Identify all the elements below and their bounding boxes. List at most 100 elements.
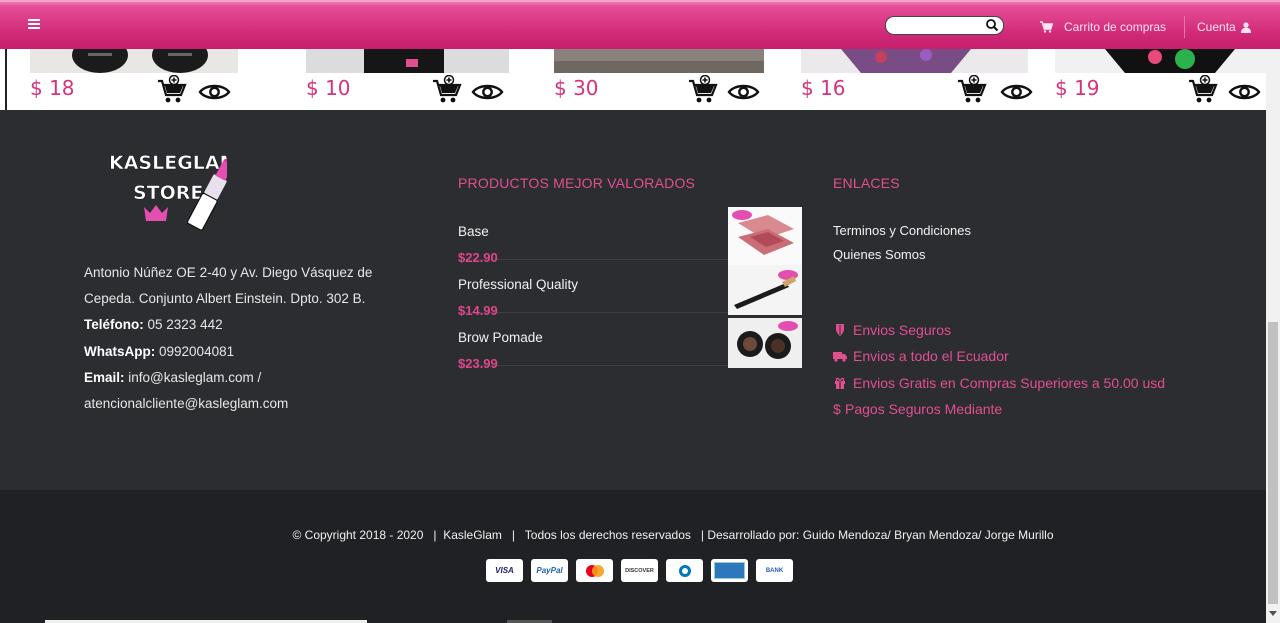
product-price: $ 18: [30, 76, 75, 100]
paypal-card-icon: PayPal: [531, 559, 568, 582]
product-image[interactable]: [554, 49, 764, 73]
store-address: Antonio Núñez OE 2-40 y Av. Diego Vásque…: [84, 265, 373, 307]
product-strip: $ 18 $ 10 $ 30 $ 16 $ 19: [0, 49, 1267, 110]
top-rated-item[interactable]: Professional Quality $14.99: [458, 260, 802, 318]
whatsapp-line: WhatsApp: 0992004081: [84, 339, 404, 365]
feature-item: Envios Seguros: [833, 317, 1165, 343]
mastercard-card-icon: [576, 559, 613, 582]
copyright-bar: © Copyright 2018 - 2020 | KasleGlam | To…: [0, 490, 1266, 623]
add-to-cart-icon[interactable]: [1188, 75, 1218, 105]
vertical-scrollbar[interactable]: [1266, 49, 1280, 623]
truck-icon: [833, 352, 847, 363]
account-label: Cuenta: [1197, 20, 1236, 34]
phone-label: Teléfono:: [84, 317, 144, 333]
svg-text:KASLEGLAM: KASLEGLAM: [109, 152, 227, 174]
svg-text:STORE: STORE: [133, 182, 203, 204]
top-rated-item-image[interactable]: [728, 318, 802, 368]
feature-item: $ Pagos Seguros Mediante: [833, 396, 1165, 422]
search-box: [885, 16, 1004, 36]
phone-line: Teléfono: 05 2323 442: [84, 312, 404, 338]
shield-icon: [836, 324, 844, 337]
add-to-cart-icon[interactable]: [432, 75, 462, 105]
product-price: $ 16: [801, 76, 846, 100]
view-eye-icon[interactable]: [1228, 82, 1261, 102]
hamburger-menu-icon[interactable]: [26, 16, 42, 34]
links-title: ENLACES: [833, 175, 900, 191]
scroll-down-arrow-icon[interactable]: [1269, 611, 1277, 616]
top-navbar: Carrito de compras Cuenta: [0, 0, 1280, 49]
view-eye-icon[interactable]: [727, 82, 760, 102]
cart-label: Carrito de compras: [1064, 20, 1167, 34]
feature-label: Envios Seguros: [853, 322, 952, 339]
product-card[interactable]: $ 10: [306, 49, 509, 110]
cart-link[interactable]: Carrito de compras: [1040, 19, 1166, 35]
product-price: $ 19: [1055, 76, 1100, 100]
feature-item: Envios a todo el Ecuador: [833, 343, 1165, 369]
add-to-cart-icon[interactable]: [957, 75, 987, 105]
whatsapp-label: WhatsApp:: [84, 343, 156, 359]
navbar-divider: [1184, 16, 1185, 38]
scrollbar-thumb[interactable]: [1268, 322, 1278, 604]
view-eye-icon[interactable]: [1000, 82, 1033, 102]
product-image[interactable]: [1055, 49, 1267, 73]
strip-edge: [5, 49, 7, 110]
site-footer: KASLEGLAM STORE Antonio Núñez OE 2-40 y …: [0, 110, 1266, 490]
product-image[interactable]: [306, 49, 509, 73]
top-rated-item-name[interactable]: Brow Pomade: [458, 330, 543, 345]
add-to-cart-icon[interactable]: [157, 75, 187, 105]
email-line: Email: info@kasleglam.com /: [84, 365, 404, 391]
shopping-cart-icon: [1040, 21, 1053, 33]
account-link[interactable]: Cuenta: [1197, 19, 1251, 35]
feature-label: Envios Gratis en Compras Superiores a 50…: [853, 374, 1166, 391]
page: Carrito de compras Cuenta $ 18 $ 10 $ 30: [0, 0, 1280, 623]
copyright-text: © Copyright 2018 - 2020 | KasleGlam | To…: [292, 528, 1054, 542]
product-card[interactable]: $ 19: [1055, 49, 1267, 110]
product-card[interactable]: $ 16: [801, 49, 1033, 110]
visa-card-icon: VISA: [486, 559, 523, 582]
product-price: $ 10: [306, 76, 351, 100]
email-value[interactable]: info@kasleglam.com /: [128, 370, 261, 385]
view-eye-icon[interactable]: [198, 82, 231, 102]
top-rated-item-image[interactable]: [728, 265, 802, 315]
feature-label: Pagos Seguros Mediante: [845, 401, 1003, 418]
product-price: $ 30: [554, 76, 599, 100]
store-features: Envios Seguros Envios a todo el Ecuador …: [833, 317, 1165, 422]
diners-logo-icon: [678, 564, 691, 577]
diners-card-icon: [666, 559, 703, 582]
add-to-cart-icon[interactable]: [688, 75, 718, 105]
link-terms[interactable]: Terminos y Condiciones: [833, 223, 971, 247]
whatsapp-value: 0992004081: [159, 343, 235, 359]
product-card[interactable]: $ 18: [30, 49, 238, 110]
email-label: Email:: [84, 369, 125, 385]
footer-links: Terminos y Condiciones Quienes Somos: [833, 223, 971, 271]
phone-value: 05 2323 442: [147, 317, 223, 333]
top-rated-item-price: $23.99: [458, 356, 498, 371]
mastercard-logo-icon: [585, 564, 604, 577]
store-logo[interactable]: KASLEGLAM STORE: [107, 144, 227, 242]
gift-icon: [835, 377, 845, 389]
dollar-icon: $: [833, 401, 841, 418]
product-image[interactable]: [801, 49, 1028, 73]
top-rated-item[interactable]: Base $22.90: [458, 207, 802, 267]
view-eye-icon[interactable]: [471, 82, 504, 102]
top-rated-title: PRODUCTOS MEJOR VALORADOS: [458, 175, 696, 191]
user-icon: [1240, 21, 1251, 33]
top-rated-list: Base $22.90 Professional Quality $14.99 …: [458, 207, 802, 371]
payment-methods: VISA PayPal DISCOVER BANK: [486, 559, 793, 582]
top-rated-item-name[interactable]: Base: [458, 224, 489, 239]
product-image[interactable]: [30, 49, 238, 73]
feature-item: Envios Gratis en Compras Superiores a 50…: [833, 370, 1165, 396]
top-rated-item[interactable]: Brow Pomade $23.99: [458, 313, 802, 371]
top-rated-item-name[interactable]: Professional Quality: [458, 277, 578, 292]
search-input[interactable]: [892, 18, 988, 36]
top-rated-item-image[interactable]: [728, 207, 802, 267]
bank-transfer-card-icon: BANK: [756, 559, 793, 582]
search-icon[interactable]: [985, 18, 999, 32]
product-card[interactable]: $ 30: [554, 49, 764, 110]
link-about[interactable]: Quienes Somos: [833, 247, 971, 271]
discover-card-icon: DISCOVER: [621, 559, 658, 582]
store-address-block: Antonio Núñez OE 2-40 y Av. Diego Vásque…: [84, 260, 404, 417]
feature-label: Envios a todo el Ecuador: [853, 348, 1009, 365]
email-secondary[interactable]: atencionalcliente@kasleglam.com: [84, 391, 404, 417]
amex-card-icon: [711, 559, 748, 582]
